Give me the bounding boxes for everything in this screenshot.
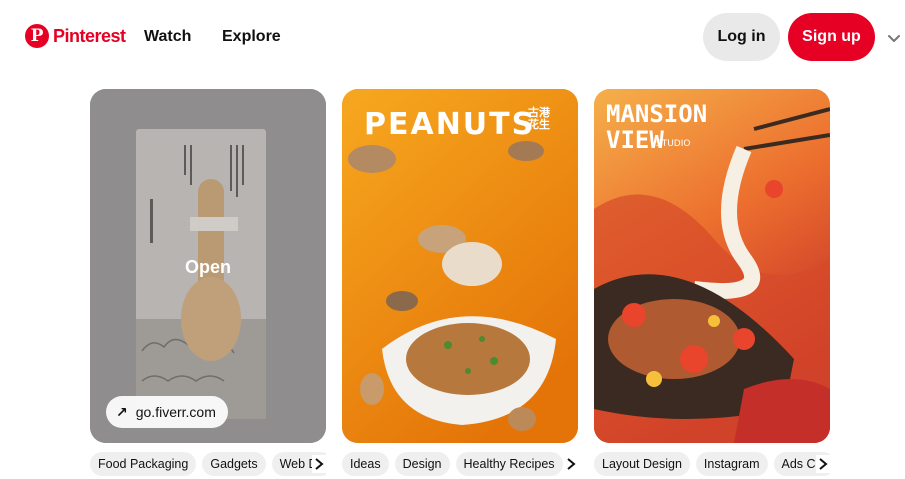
pin-card[interactable]: Open ↗ go.fiverr.com [90, 89, 326, 443]
source-link-text: go.fiverr.com [135, 404, 216, 420]
tag-row: Food Packaging Gadgets Web De [90, 452, 326, 476]
pin-image [342, 89, 578, 443]
tag-chip[interactable]: Ideas [342, 452, 389, 476]
top-navbar: Pinterest Watch Explore Log in Sign up [0, 0, 905, 76]
pin-title-line1: MANSION [606, 100, 708, 128]
arrow-up-right-icon: ↗ [116, 403, 128, 420]
login-button[interactable]: Log in [703, 13, 780, 61]
chevron-right-icon[interactable] [816, 455, 830, 473]
tag-chip[interactable]: Layout Design [594, 452, 690, 476]
nav-explore-link[interactable]: Explore [222, 28, 281, 46]
chevron-right-icon[interactable] [312, 455, 326, 473]
pin-title: PEANUTS [364, 107, 536, 142]
pinterest-logo[interactable]: Pinterest [25, 24, 126, 48]
chevron-right-icon[interactable] [564, 455, 578, 473]
pin-card[interactable]: MANSION VIEW STUDIO [594, 89, 830, 443]
tag-chip[interactable]: Food Packaging [90, 452, 197, 476]
pin-subtitle: 古港花生 [528, 106, 550, 131]
pin-title-suffix: STUDIO [656, 139, 691, 149]
tag-chip[interactable]: Instagram [695, 452, 768, 476]
tag-chip[interactable]: Gadgets [202, 452, 266, 476]
pinterest-logo-icon [25, 24, 49, 48]
chevron-down-icon[interactable] [886, 30, 902, 46]
tag-row: Ideas Design Healthy Recipes [342, 452, 578, 476]
tag-chip[interactable]: Healthy Recipes [455, 452, 563, 476]
signup-button[interactable]: Sign up [788, 13, 875, 61]
tag-row: Layout Design Instagram Ads Cre [594, 452, 830, 476]
source-link-button[interactable]: ↗ go.fiverr.com [106, 396, 228, 428]
brand-name: Pinterest [53, 25, 126, 46]
tag-chip[interactable]: Design [394, 452, 450, 476]
pin-card[interactable]: PEANUTS 古港花生 [342, 89, 578, 443]
open-pin-label[interactable]: Open [90, 257, 326, 278]
nav-watch-link[interactable]: Watch [144, 28, 191, 46]
